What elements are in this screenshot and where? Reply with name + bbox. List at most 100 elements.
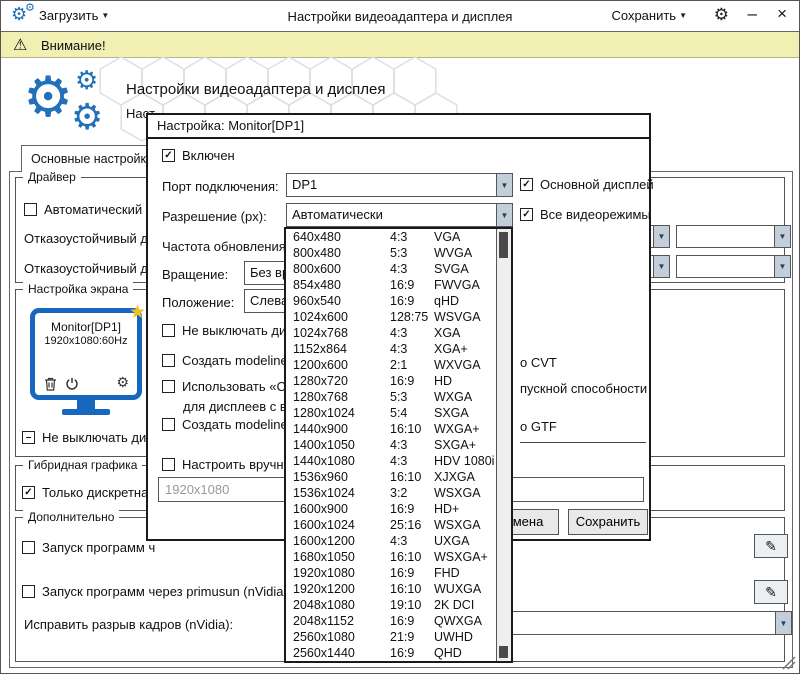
port-select[interactable]: DP1 ▼	[286, 173, 513, 197]
resolution-option[interactable]: 1152x864 4:3 XGA+	[286, 341, 496, 357]
resolution-select[interactable]: Автоматически ▼	[286, 203, 513, 227]
gear-icon: ⚙	[25, 3, 35, 14]
monitor-mode: 1920x1080:60Hz	[35, 335, 137, 347]
resolution-option[interactable]: 854x480 16:9 FWVGA	[286, 277, 496, 293]
chevron-down-icon: ▼	[676, 11, 687, 20]
resolution-option[interactable]: 2048x1152 16:9 QWXGA	[286, 613, 496, 629]
app-logo-icon: ⚙ ⚙ ⚙	[23, 63, 127, 157]
run-programs-checkbox-2[interactable]: Запуск программ через primusun (nVidia)	[22, 584, 288, 599]
resolution-option[interactable]: 1536x960 16:10 XJXGA	[286, 469, 496, 485]
resolution-option[interactable]: 1200x600 2:1 WXVGA	[286, 357, 496, 373]
resolution-value: 1280x1024	[293, 406, 390, 420]
failover-driver-select-2b[interactable]: ▼	[676, 255, 791, 278]
resolution-option[interactable]: 1600x1200 4:3 UXGA	[286, 533, 496, 549]
load-menu-button[interactable]: Загрузить▼	[39, 8, 109, 23]
modeline-gtf-checkbox[interactable]: Создать modeline	[162, 417, 288, 432]
resolution-name: WSXGA	[434, 486, 496, 500]
run-programs-checkbox-1[interactable]: Запуск программ ч	[22, 540, 155, 555]
resolution-option[interactable]: 2048x1080 19:10 2K DCI	[286, 597, 496, 613]
chevron-down-icon[interactable]: ▼	[774, 226, 790, 247]
app-window: ⚙ ⚙ Загрузить▼ Настройки видеоадаптера и…	[0, 0, 800, 674]
chevron-down-icon[interactable]: ▼	[496, 204, 512, 226]
resolution-option[interactable]: 1400x1050 4:3 SXGA+	[286, 437, 496, 453]
resolution-option[interactable]: 2560x1080 21:9 UWHD	[286, 629, 496, 645]
chevron-down-icon[interactable]: ▼	[775, 612, 791, 634]
resolution-name: 2K DCI	[434, 598, 496, 612]
checkbox-box	[162, 458, 175, 471]
aspect-ratio: 2:1	[390, 358, 434, 372]
resolution-option[interactable]: 1440x900 16:10 WXGA+	[286, 421, 496, 437]
resolution-value: 1024x768	[293, 326, 390, 340]
edit-button[interactable]: ✎	[754, 534, 788, 558]
resolution-option[interactable]: 1600x900 16:9 HD+	[286, 501, 496, 517]
resolution-option[interactable]: 1680x1050 16:10 WSXGA+	[286, 549, 496, 565]
auto-driver-checkbox[interactable]: Автоматический в	[24, 202, 153, 217]
resolution-name: VGA	[434, 230, 496, 244]
group-legend: Настройка экрана	[23, 282, 133, 297]
resolution-value: 1024x600	[293, 310, 390, 324]
resolution-list[interactable]: 640x480 4:3 VGA 800x480 5:3 WVGA 800x600…	[286, 229, 496, 661]
aspect-ratio: 4:3	[390, 326, 434, 340]
save-menu-button[interactable]: Сохранить▼	[611, 8, 687, 23]
close-button[interactable]: ×	[777, 4, 787, 24]
keep-display-on-checkbox[interactable]: Не выключать дис	[162, 323, 293, 338]
primary-display-checkbox[interactable]: ✓ Основной дисплей	[520, 177, 654, 192]
cvt-reduced-label-tail: пускной способности	[520, 381, 647, 396]
all-video-modes-checkbox[interactable]: ✓ Все видеорежимы	[520, 207, 651, 222]
monitor-name: Monitor[DP1]	[35, 320, 137, 334]
resolution-option[interactable]: 1600x1024 25:16 WSXGA	[286, 517, 496, 533]
discrete-only-checkbox[interactable]: ✓ Только дискретна	[22, 485, 148, 500]
settings-gear-button[interactable]: ⚙	[714, 5, 729, 25]
chevron-down-icon[interactable]: ▼	[774, 256, 790, 277]
resolution-option[interactable]: 1920x1080 16:9 FHD	[286, 565, 496, 581]
resolution-option[interactable]: 1920x1200 16:10 WUXGA	[286, 581, 496, 597]
resolution-option[interactable]: 960x540 16:9 qHD	[286, 293, 496, 309]
resolution-option[interactable]: 1024x768 4:3 XGA	[286, 325, 496, 341]
checkbox-label: Все видеорежимы	[540, 207, 651, 222]
save-button[interactable]: Сохранить	[568, 509, 648, 535]
page-title: Настройки видеоадаптера и дисплея	[126, 81, 385, 98]
tab-main-settings[interactable]: Основные настройки	[21, 145, 153, 172]
chevron-down-icon[interactable]: ▼	[653, 256, 669, 277]
failover-driver-select-1b[interactable]: ▼	[676, 225, 791, 248]
scroll-down-button[interactable]	[499, 646, 508, 658]
checkbox-label: Автоматический в	[44, 202, 153, 217]
resolution-option[interactable]: 800x600 4:3 SVGA	[286, 261, 496, 277]
checkbox-box: ✓	[520, 208, 533, 221]
warning-banner: ⚠ Внимание!	[1, 31, 799, 58]
resolution-label: Разрешение (px):	[162, 209, 267, 224]
modeline-cvt-checkbox[interactable]: Создать modeline	[162, 353, 288, 368]
gear-icon[interactable]: ⚙	[116, 375, 129, 389]
keep-display-on-checkbox[interactable]: – Не выключать ди	[22, 430, 146, 445]
resolution-option[interactable]: 1536x1024 3:2 WSXGA	[286, 485, 496, 501]
gear-icon: ⚙	[71, 99, 103, 135]
select-value	[677, 226, 774, 247]
scrollbar-thumb[interactable]	[499, 232, 508, 258]
resolution-option[interactable]: 1440x1080 4:3 HDV 1080i	[286, 453, 496, 469]
power-icon[interactable]	[65, 377, 79, 396]
resolution-option[interactable]: 1280x1024 5:4 SXGA	[286, 405, 496, 421]
resolution-option[interactable]: 640x480 4:3 VGA	[286, 229, 496, 245]
trash-icon[interactable]	[44, 377, 57, 396]
resolution-value: 2048x1152	[293, 614, 390, 628]
monitor-card[interactable]: Monitor[DP1] 1920x1080:60Hz ⚙ ★	[30, 308, 142, 442]
chevron-down-icon[interactable]: ▼	[653, 226, 669, 247]
manual-mode-checkbox[interactable]: Настроить вручну	[162, 457, 290, 472]
window-title: Настройки видеоадаптера и дисплея	[288, 9, 513, 24]
cvt-reduced-checkbox[interactable]: Использовать «CV	[162, 379, 295, 394]
resolution-option[interactable]: 1280x768 5:3 WXGA	[286, 389, 496, 405]
resolution-option[interactable]: 800x480 5:3 WVGA	[286, 245, 496, 261]
resolution-name: FWVGA	[434, 278, 496, 292]
aspect-ratio: 4:3	[390, 454, 434, 468]
monitor-base	[62, 409, 110, 415]
group-legend: Гибридная графика	[23, 458, 142, 473]
resolution-option[interactable]: 1280x720 16:9 HD	[286, 373, 496, 389]
resize-grip[interactable]	[780, 654, 796, 670]
resolution-option[interactable]: 1024x600 128:75 WSVGA	[286, 309, 496, 325]
enabled-checkbox[interactable]: ✓ Включен	[162, 148, 235, 163]
resolution-option[interactable]: 2560x1440 16:9 QHD	[286, 645, 496, 661]
scrollbar[interactable]	[496, 229, 511, 661]
chevron-down-icon[interactable]: ▼	[496, 174, 512, 196]
minimize-button[interactable]: –	[748, 4, 757, 24]
edit-button[interactable]: ✎	[754, 580, 788, 604]
